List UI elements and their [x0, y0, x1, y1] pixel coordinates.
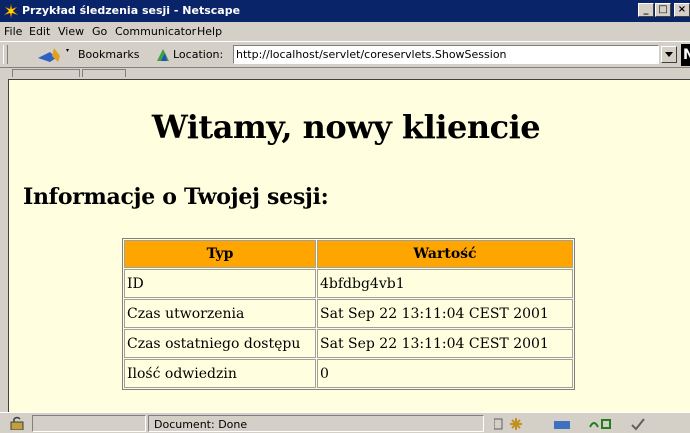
close-button[interactable]: ×: [674, 3, 690, 17]
menu-go[interactable]: Go: [92, 25, 107, 38]
location-dropdown-button[interactable]: [661, 46, 677, 63]
menu-view[interactable]: View: [58, 25, 84, 38]
table-row: Ilość odwiedzin 0: [124, 359, 573, 388]
session-info-table: Typ Wartość ID 4bfdbg4vb1 Czas utworzeni…: [122, 238, 575, 390]
title-bar: Przykład śledzenia sesji - Netscape _ □ …: [0, 0, 690, 22]
netscape-icon: [3, 3, 19, 19]
table-header-type: Typ: [124, 240, 316, 268]
minimize-button[interactable]: _: [638, 3, 654, 17]
page-content: Witamy, nowy kliencie Informacje o Twoje…: [8, 79, 690, 412]
table-header-row: Typ Wartość: [124, 240, 573, 268]
page-subheading: Informacje o Twojej sesji:: [23, 184, 329, 210]
toolbar-grip[interactable]: [3, 45, 8, 64]
location-input[interactable]: http://localhost/servlet/coreservlets.Sh…: [233, 45, 659, 64]
collapse-tab-location[interactable]: [82, 69, 126, 77]
table-cell: ID: [124, 269, 316, 298]
status-text: Document: Done: [154, 418, 248, 431]
toolbar-tabs: [0, 68, 690, 78]
netscape-logo: N: [681, 44, 690, 66]
table-row: ID 4bfdbg4vb1: [124, 269, 573, 298]
maximize-button[interactable]: □: [655, 3, 671, 17]
location-label: Location:: [173, 48, 224, 61]
location-icon[interactable]: [155, 47, 171, 63]
table-cell: Czas ostatniego dostępu: [124, 329, 316, 358]
status-bar: Document: Done: [0, 412, 690, 433]
page-heading: Witamy, nowy kliencie: [151, 108, 541, 146]
progress-cell: [32, 415, 146, 432]
table-cell: Sat Sep 22 13:11:04 CEST 2001: [317, 329, 573, 358]
table-row: Czas utworzenia Sat Sep 22 13:11:04 CEST…: [124, 299, 573, 328]
menu-communicator[interactable]: Communicator: [115, 25, 196, 38]
table-header-value: Wartość: [317, 240, 573, 268]
menu-edit[interactable]: Edit: [29, 25, 50, 38]
bookmarks-icon[interactable]: [36, 46, 74, 64]
table-cell: Czas utworzenia: [124, 299, 316, 328]
lock-icon[interactable]: [10, 416, 24, 430]
table-cell: Sat Sep 22 13:11:04 CEST 2001: [317, 299, 573, 328]
table-cell: 0: [317, 359, 573, 388]
collapse-tab-navigation[interactable]: [12, 69, 80, 77]
menu-bar: File Edit View Go Communicator Help: [0, 22, 690, 40]
bookmarks-label[interactable]: Bookmarks: [78, 48, 139, 61]
window-title: Przykład śledzenia sesji - Netscape: [22, 4, 241, 17]
menu-file[interactable]: File: [4, 25, 22, 38]
table-row: Czas ostatniego dostępu Sat Sep 22 13:11…: [124, 329, 573, 358]
component-icons[interactable]: [494, 417, 684, 431]
menu-help[interactable]: Help: [197, 25, 222, 38]
table-cell: Ilość odwiedzin: [124, 359, 316, 388]
table-cell: 4bfdbg4vb1: [317, 269, 573, 298]
location-toolbar: Bookmarks Location: http://localhost/ser…: [0, 41, 690, 68]
chevron-down-icon: [665, 52, 673, 57]
